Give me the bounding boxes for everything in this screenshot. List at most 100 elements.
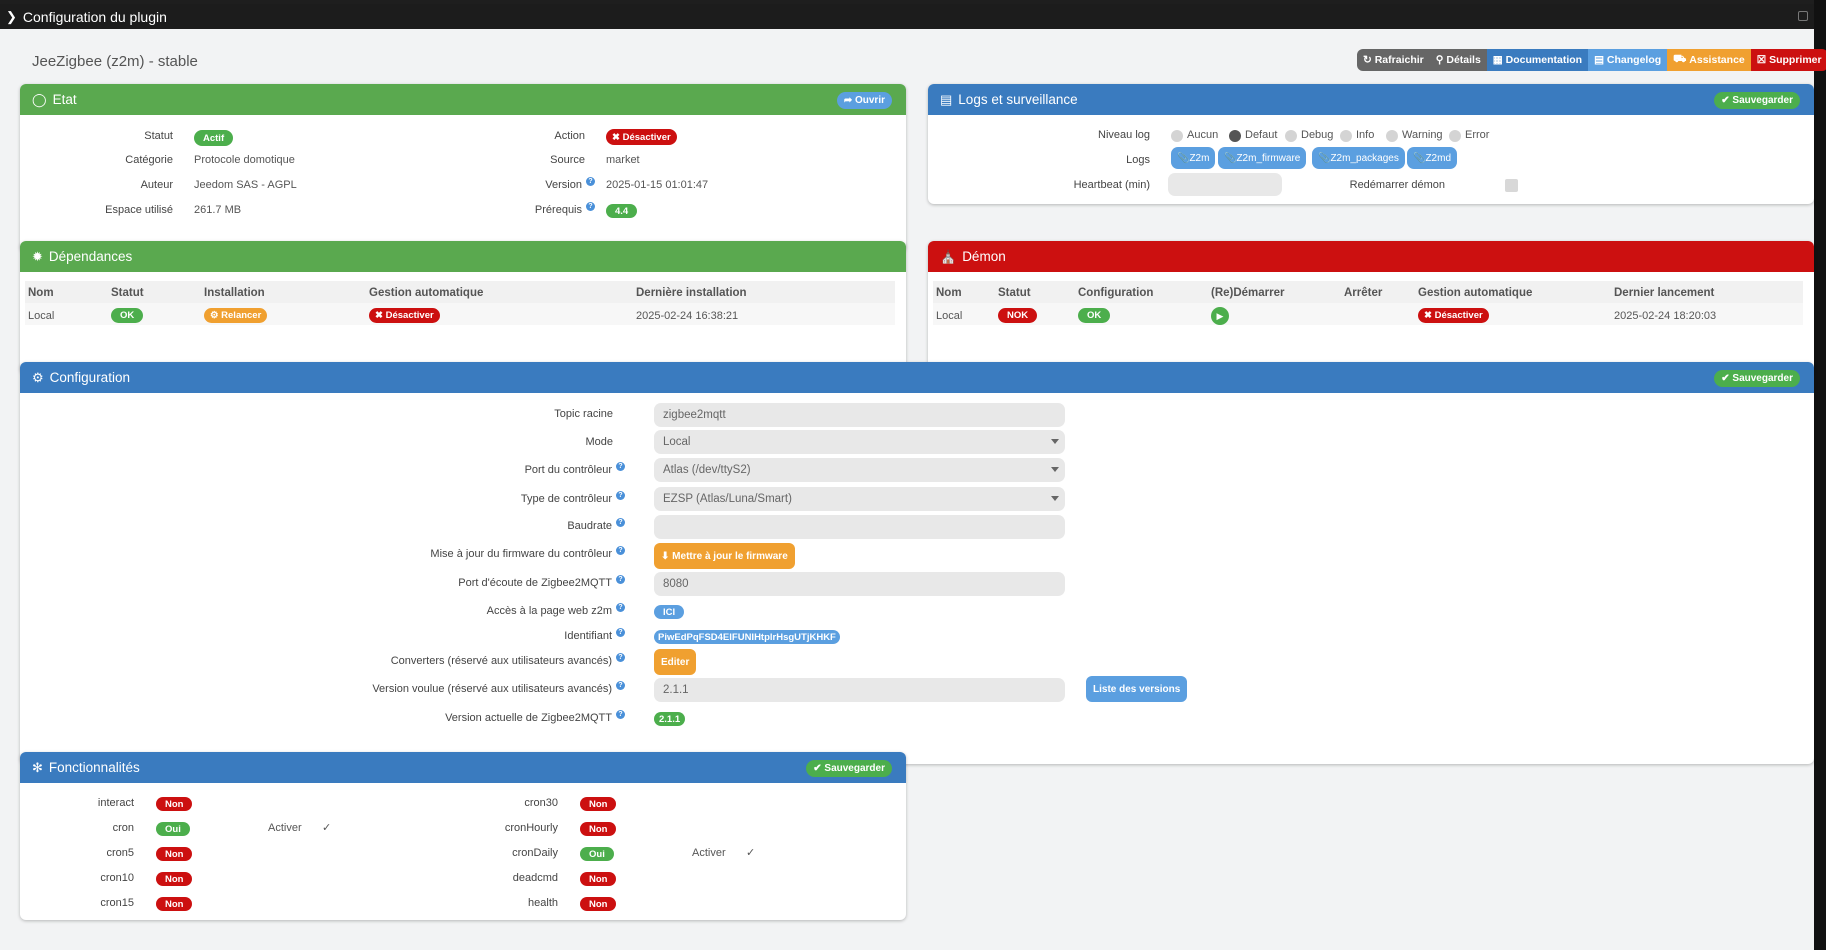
col-gestion: Gestion automatique <box>1418 287 1533 299</box>
chevron-down-icon <box>1051 496 1059 501</box>
topic-input[interactable]: zigbee2mqtt <box>654 403 1065 427</box>
window-title: Configuration du plugin <box>22 8 167 25</box>
fonctionnalites-title: Fonctionnalités <box>48 760 140 775</box>
func-crondaily-badge: Oui <box>580 847 614 861</box>
help-icon[interactable]: ? <box>616 603 625 612</box>
level-aucun-label: Aucun <box>1187 129 1219 141</box>
config-save-button[interactable]: ✔ Sauvegarder <box>1714 370 1800 387</box>
dependances-header: ✹ Dépendances <box>20 241 906 272</box>
x-icon: ✖ <box>1424 310 1435 321</box>
log-z2m-button[interactable]: 📎 Z2m <box>1171 147 1216 169</box>
log-z2md-button[interactable]: 📎 Z2md <box>1407 147 1458 169</box>
edit-converters-button[interactable]: Editer <box>654 649 697 675</box>
window-control-icon[interactable] <box>1798 11 1808 21</box>
func-crondaily-activer-label: Activer <box>692 847 726 859</box>
demon-disable-auto-button[interactable]: ✖ Désactiver <box>1418 308 1489 323</box>
delete-button[interactable]: ☒ Supprimer <box>1750 49 1826 71</box>
version-label: Version? <box>20 177 595 191</box>
help-icon[interactable]: ? <box>616 546 625 555</box>
help-icon[interactable]: ? <box>616 681 625 690</box>
circle-notch-icon: ◯ <box>32 91 47 107</box>
changelog-button[interactable]: ▤ Changelog <box>1588 49 1668 71</box>
prerequis-badge: 4.4 <box>606 204 638 218</box>
baudrate-input[interactable] <box>654 515 1065 539</box>
refresh-button[interactable]: ↻ Rafraichir <box>1357 49 1430 71</box>
func-crondaily-label: cronDaily <box>512 847 558 859</box>
chevron-down-icon <box>1051 439 1059 444</box>
help-icon[interactable]: ? <box>616 518 625 527</box>
level-error-label: Error <box>1465 129 1490 141</box>
book-icon: ▦ <box>1492 54 1506 66</box>
port-select[interactable]: Atlas (/dev/ttyS2) <box>654 458 1065 482</box>
dep-relancer-button[interactable]: ⚙ Relancer <box>204 308 268 323</box>
niveau-log-label: Niveau log <box>1098 129 1150 141</box>
documentation-button[interactable]: ▦ Documentation <box>1486 49 1589 71</box>
action-label: Action <box>554 130 585 142</box>
col-nom: Nom <box>936 287 962 299</box>
radio-aucun[interactable] <box>1171 130 1183 142</box>
demon-header: ⛪ Démon <box>928 241 1814 272</box>
help-icon[interactable]: ? <box>586 177 595 186</box>
func-crondaily-checkbox[interactable]: ✓ <box>746 847 758 859</box>
radio-debug[interactable] <box>1285 130 1297 142</box>
plugin-toolbar: ↻ Rafraichir ⚲ Détails ▦ Documentation ▤… <box>1357 49 1826 71</box>
log-z2m-firmware-button[interactable]: 📎 Z2m_firmware <box>1218 147 1307 169</box>
assistance-button[interactable]: ⛟ Assistance <box>1667 49 1751 71</box>
level-debug-label: Debug <box>1301 129 1334 141</box>
x-icon: ✖ <box>375 310 386 321</box>
play-icon[interactable]: ▶ <box>1211 307 1229 325</box>
level-defaut-label: Defaut <box>1245 129 1278 141</box>
help-icon[interactable]: ? <box>616 462 625 471</box>
disable-plugin-button[interactable]: ✖ Désactiver <box>606 129 677 145</box>
plugin-title: JeeZigbee (z2m) - stable <box>32 53 198 70</box>
ambulance-icon: ⛟ <box>1673 53 1690 65</box>
plugin-config-content: JeeZigbee (z2m) - stable ↻ Rafraichir ⚲ … <box>0 29 1826 950</box>
logs-save-button[interactable]: ✔ Sauvegarder <box>1714 92 1800 109</box>
type-label: Type de contrôleur? <box>20 491 625 505</box>
fonctionnalites-panel: ✻ Fonctionnalités ✔ Sauvegarder interact… <box>20 752 906 920</box>
download-icon: ⬇ <box>661 550 673 562</box>
open-button[interactable]: ➦ Ouvrir <box>836 92 892 109</box>
demon-config-badge: OK <box>1078 308 1111 323</box>
log-z2m-packages-button[interactable]: 📎 Z2m_packages <box>1312 147 1405 169</box>
scrollbar[interactable] <box>1814 0 1826 950</box>
table-row <box>25 303 895 325</box>
radio-error[interactable] <box>1449 130 1461 142</box>
type-select[interactable]: EZSP (Atlas/Luna/Smart) <box>654 487 1065 511</box>
listen-port-input[interactable]: 8080 <box>654 572 1065 596</box>
refresh-icon: ↻ <box>1363 54 1375 66</box>
update-firmware-button[interactable]: ⬇ Mettre à jour le firmware <box>654 543 795 569</box>
help-icon[interactable]: ? <box>586 202 595 211</box>
mode-select[interactable]: Local <box>654 430 1065 454</box>
radio-info[interactable] <box>1340 130 1352 142</box>
level-warning-label: Warning <box>1402 129 1443 141</box>
wanted-version-label: Version voulue (réservé aux utilisateurs… <box>20 681 625 695</box>
col-statut: Statut <box>111 287 144 299</box>
trash-icon: ☒ <box>1756 54 1770 66</box>
configuration-panel: ⚙ Configuration ✔ Sauvegarder Topic raci… <box>20 362 1814 764</box>
fonct-save-button[interactable]: ✔ Sauvegarder <box>806 760 892 777</box>
col-dernier: Dernier lancement <box>1614 287 1715 299</box>
versions-list-button[interactable]: Liste des versions <box>1086 676 1188 702</box>
func-cron30-badge: Non <box>580 797 617 811</box>
web-access-link[interactable]: ICI <box>654 605 685 619</box>
restart-daemon-checkbox[interactable] <box>1505 179 1518 192</box>
prerequis-label: Prérequis? <box>20 202 595 216</box>
help-icon[interactable]: ? <box>616 710 625 719</box>
identifiant-badge: PiwEdPqFSD4ElFUNIHtplrHsgUTjKHKF <box>654 630 840 644</box>
port-label: Port du contrôleur? <box>20 462 625 476</box>
details-button[interactable]: ⚲ Détails <box>1429 49 1487 71</box>
help-icon[interactable]: ? <box>616 575 625 584</box>
help-icon[interactable]: ? <box>616 491 625 500</box>
bicycle-icon: ⚙ <box>210 310 222 321</box>
func-deadcmd-label: deadcmd <box>512 872 558 884</box>
dep-disable-auto-button[interactable]: ✖ Désactiver <box>369 308 440 323</box>
wanted-version-input[interactable]: 2.1.1 <box>654 678 1065 702</box>
help-icon[interactable]: ? <box>616 628 625 637</box>
radio-warning[interactable] <box>1386 130 1398 142</box>
certificate-icon: ✹ <box>32 248 43 264</box>
help-icon[interactable]: ? <box>616 653 625 662</box>
file-icon: ▤ <box>940 91 953 107</box>
chevron-down-icon <box>1051 467 1059 472</box>
radio-defaut[interactable] <box>1229 130 1241 142</box>
